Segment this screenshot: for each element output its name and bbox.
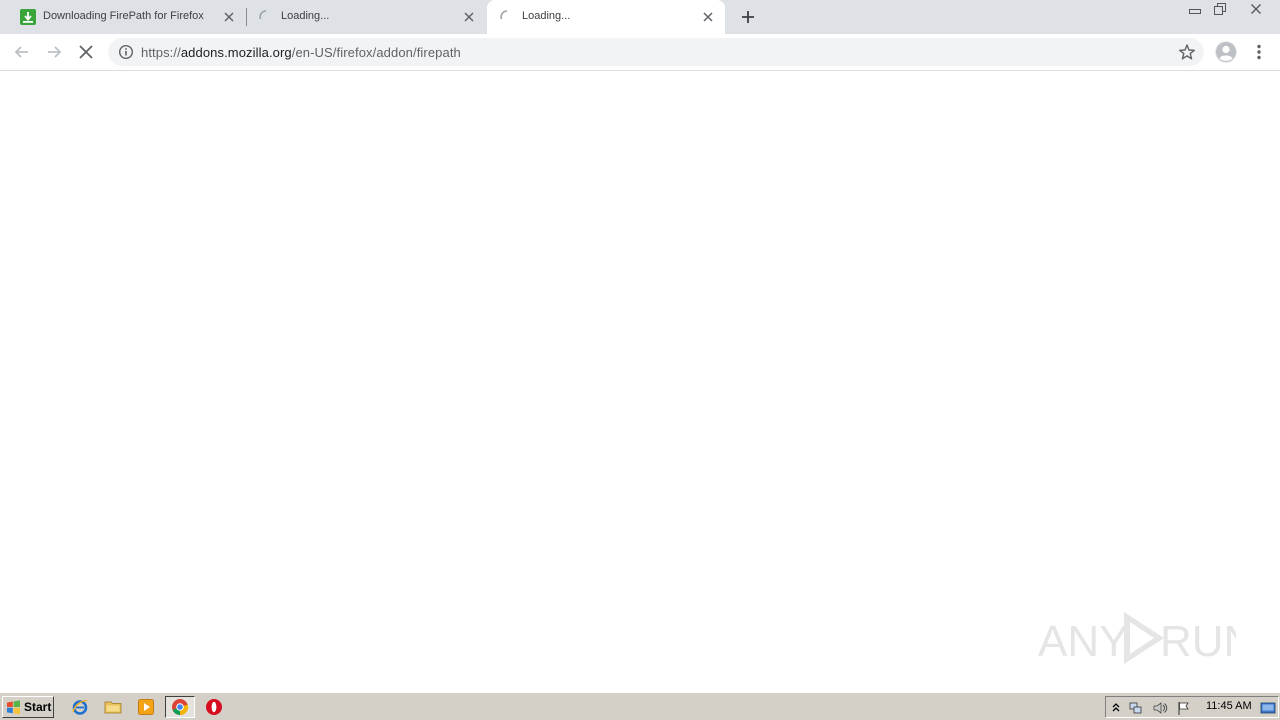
minimize-icon	[1189, 9, 1201, 14]
profile-avatar[interactable]	[1215, 41, 1237, 63]
tab-strip: Downloading FirePath for Firefox Loading…	[0, 0, 1280, 34]
back-arrow-icon[interactable]	[12, 42, 32, 62]
tab-loading-active[interactable]: Loading...	[487, 0, 725, 34]
opera-icon	[206, 699, 222, 715]
taskbar-opera[interactable]	[203, 697, 225, 717]
start-button[interactable]: Start	[2, 696, 54, 718]
page-content	[0, 72, 1280, 692]
windows-taskbar: Start 11:45 AM	[0, 692, 1280, 720]
close-tab-icon[interactable]	[222, 10, 236, 24]
internet-explorer-icon	[72, 700, 88, 715]
show-hidden-icons-icon[interactable]	[1108, 700, 1124, 716]
windows-flag-icon	[7, 699, 20, 714]
start-label: Start	[24, 700, 52, 714]
loading-spinner-icon	[500, 10, 508, 20]
url-text[interactable]: https://addons.mozilla.org/en-US/firefox…	[141, 45, 461, 60]
chrome-icon	[172, 699, 189, 715]
folder-icon	[104, 701, 122, 714]
user-icon	[1216, 42, 1236, 62]
taskbar-chrome[interactable]	[165, 696, 195, 718]
new-tab-icon[interactable]	[738, 7, 758, 27]
url-host: addons.mozilla.org	[180, 45, 292, 60]
close-tab-icon[interactable]	[701, 10, 715, 24]
bookmark-star-icon[interactable]	[1178, 43, 1196, 61]
forward-arrow-icon[interactable]	[44, 42, 64, 62]
url-scheme: https://	[141, 45, 181, 60]
tab-downloading-firepath[interactable]: Downloading FirePath for Firefox	[0, 0, 246, 34]
download-favicon	[20, 9, 36, 25]
site-info-icon[interactable]	[118, 44, 134, 60]
minimize-button[interactable]	[1183, 0, 1207, 18]
kebab-menu-icon[interactable]	[1249, 42, 1269, 62]
tab-title: Loading...	[281, 10, 330, 22]
taskbar-clock[interactable]: 11:45 AM	[1206, 700, 1252, 712]
anyrun-watermark: ANY RUN	[1038, 612, 1236, 666]
close-icon	[1251, 4, 1261, 14]
stop-loading-icon[interactable]	[76, 42, 96, 62]
show-desktop-icon[interactable]	[1260, 700, 1276, 716]
browser-toolbar: https://addons.mozilla.org/en-US/firefox…	[0, 34, 1280, 71]
network-icon[interactable]	[1128, 700, 1144, 716]
watermark-text-left: ANY	[1038, 617, 1128, 666]
restore-icon	[1214, 3, 1226, 15]
address-bar[interactable]: https://addons.mozilla.org/en-US/firefox…	[108, 38, 1204, 66]
tab-title: Loading...	[522, 10, 571, 22]
action-center-flag-icon[interactable]	[1176, 700, 1192, 716]
volume-icon[interactable]	[1152, 700, 1168, 716]
tab-loading[interactable]: Loading...	[246, 0, 486, 34]
media-player-icon	[138, 699, 154, 715]
close-window-button[interactable]	[1236, 0, 1276, 18]
loading-spinner-icon	[259, 10, 267, 20]
system-tray	[1105, 696, 1279, 718]
tab-title: Downloading FirePath for Firefox	[43, 10, 204, 22]
taskbar-internet-explorer[interactable]	[69, 697, 91, 717]
url-path: /en-US/firefox/addon/firepath	[291, 45, 461, 60]
taskbar-explorer[interactable]	[102, 697, 124, 717]
close-tab-icon[interactable]	[462, 10, 476, 24]
watermark-text-right: RUN	[1160, 617, 1236, 666]
taskbar-media-player[interactable]	[135, 697, 157, 717]
restore-button[interactable]	[1208, 0, 1232, 18]
